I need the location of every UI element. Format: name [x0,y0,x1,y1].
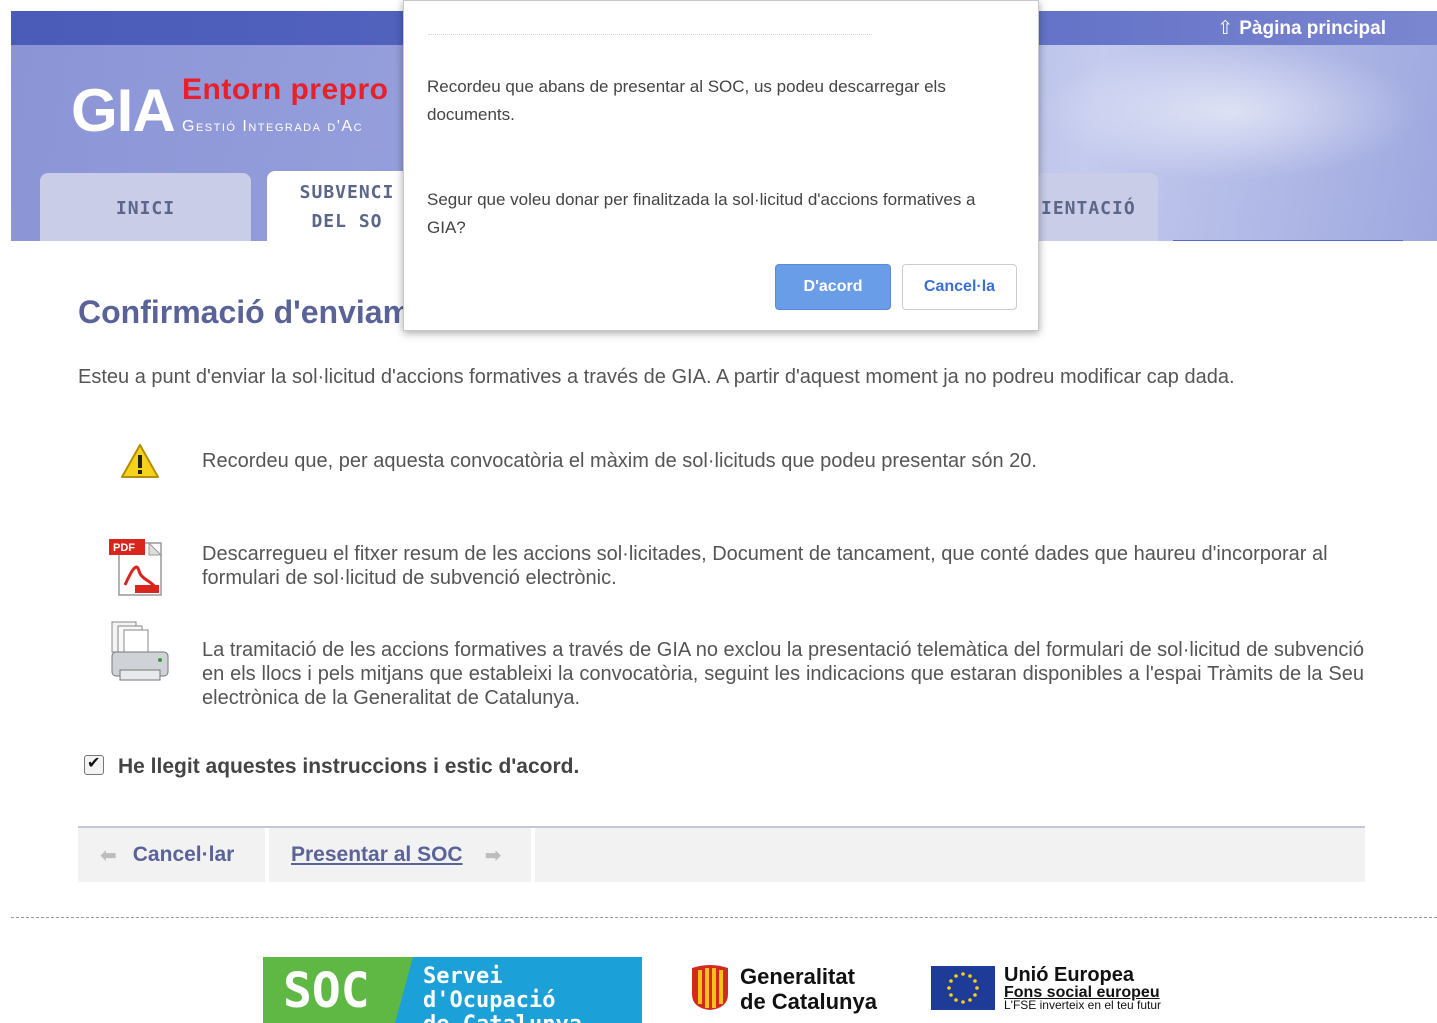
environment-label: Entorn prepro [182,73,389,106]
tab-documentacio[interactable]: IENTACIÓ [1021,173,1158,241]
dialog-message-download: Recordeu que abans de presentar al SOC, … [427,77,946,124]
svg-text:PDF: PDF [113,542,135,554]
tab-inici[interactable]: INICI [40,173,251,241]
dialog-message-confirm: Segur que voleu donar per finalitzada la… [427,190,976,237]
generalitat-emblem-icon [692,965,728,1010]
present-soc-button[interactable]: Presentar al SOC ➡ [269,828,531,882]
home-link[interactable]: ⇧ Pàgina principal [1217,17,1386,40]
intro-text: Esteu a punt d'enviar la sol·licitud d'a… [78,366,1235,388]
action-bar: ⬅ Cancel·lar Presentar al SOC ➡ [78,826,1365,884]
dialog-divider [428,34,872,35]
agree-checkbox-row[interactable]: He llegit aquestes instruccions i estic … [84,753,580,779]
page-title: Confirmació d'enviam [78,294,412,330]
eu-logo: Unió Europea Fons social europeu L'FSE i… [931,964,1191,1014]
printer-icon [111,621,169,681]
generalitat-logo: Generalitat de Catalunya [690,962,890,1014]
dialog-ok-button[interactable]: D'acord [775,264,891,310]
arrow-left-icon: ⬅ [100,844,117,867]
agree-label: He llegit aquestes instruccions i estic … [118,755,580,778]
notice-telematic: La tramitació de les accions formatives … [202,639,1364,709]
footer-divider [11,917,1437,918]
logo-subtitle: Gestió Integrada d'Ac [182,118,364,135]
eu-flag-icon [931,966,995,1010]
confirm-dialog: Recordeu que abans de presentar al SOC, … [403,0,1039,331]
pdf-icon[interactable]: PDF [107,537,167,599]
arrow-right-icon: ➡ [484,844,502,867]
gia-logo: GIA [71,77,176,144]
soc-logo: SOC Servei d'Ocupacióde Catalunya [263,957,642,1023]
agree-checkbox[interactable] [84,753,104,775]
dialog-cancel-button[interactable]: Cancel·la [902,264,1017,310]
cancel-button[interactable]: ⬅ Cancel·lar [78,828,265,882]
warning-icon [121,444,159,478]
up-arrow-icon: ⇧ [1217,18,1234,39]
header-decoration [1041,41,1421,181]
notice-max-requests: Recordeu que, per aquesta convocatòria e… [202,450,1037,472]
tab-underline [1173,240,1403,241]
action-bar-filler [535,828,1365,882]
notice-download-summary: Descarregueu el fitxer resum de les acci… [202,543,1328,589]
